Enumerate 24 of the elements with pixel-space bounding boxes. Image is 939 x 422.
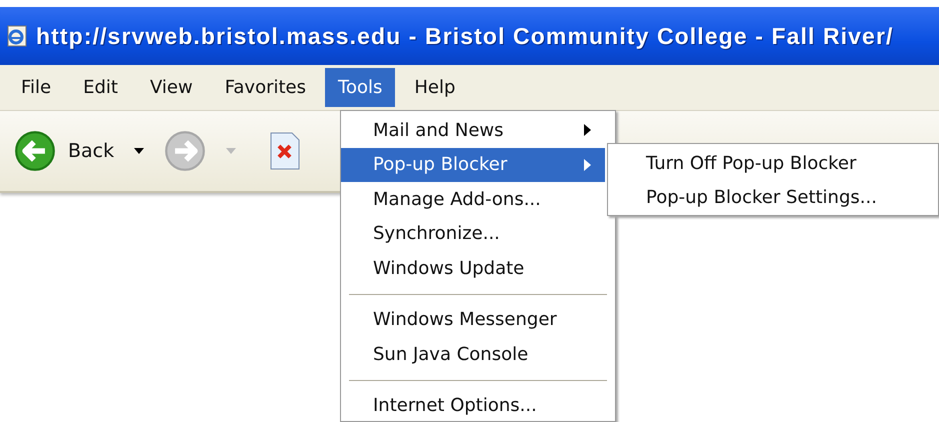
caret-icon[interactable] (134, 148, 144, 154)
page-icon (6, 25, 28, 47)
menu-item[interactable]: Internet Options... (341, 388, 605, 422)
back-button[interactable]: Back (14, 130, 114, 172)
menu-item[interactable]: Tools (325, 68, 396, 107)
caret-icon (226, 148, 236, 154)
menu-item[interactable]: Edit (70, 68, 131, 107)
menu-item[interactable]: Manage Add-ons... (341, 182, 605, 216)
menu-item[interactable]: Help (401, 68, 468, 107)
menu-item[interactable]: File (8, 68, 64, 107)
menu-item[interactable]: Pop-up Blocker Settings... (608, 180, 938, 214)
forward-icon[interactable] (164, 130, 206, 172)
stop-icon[interactable] (270, 132, 300, 170)
menu-item[interactable]: Windows Update (341, 251, 605, 286)
menu-item[interactable]: Windows Messenger (341, 302, 605, 337)
menu-item[interactable]: Mail and News (341, 113, 605, 148)
menu-item[interactable]: Sun Java Console (341, 337, 605, 372)
back-icon (14, 130, 56, 172)
menu-item[interactable]: Favorites (212, 68, 320, 107)
menu-item[interactable]: Turn Off Pop-up Blocker (608, 146, 938, 180)
menu-item[interactable]: Pop-up Blocker (341, 148, 605, 182)
menu-item[interactable]: Synchronize... (341, 216, 605, 251)
menu-item[interactable]: View (136, 68, 206, 107)
window-title: http://srvweb.bristol.mass.edu - Bristol Community College - Fall River/ (36, 22, 894, 50)
